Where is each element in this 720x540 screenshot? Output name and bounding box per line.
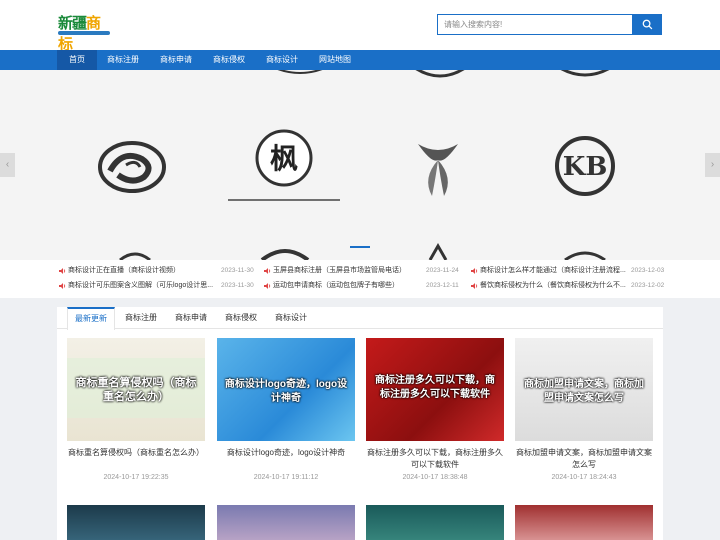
search-button[interactable] <box>632 14 662 35</box>
speaker-icon <box>59 283 66 289</box>
article-date: 2024-10-17 19:11:12 <box>253 474 319 481</box>
news-item[interactable]: 商标设计正在直播（商标设计视频） <box>68 265 180 277</box>
nav-item-design[interactable]: 商标设计 <box>259 50 305 70</box>
news-date: 2023-11-30 <box>221 282 254 289</box>
article-thumbnail[interactable] <box>366 505 504 540</box>
article-thumbnail[interactable]: 商标加盟申请文案，商标加盟申请文案怎么写 <box>515 338 653 441</box>
article-date: 2024-10-17 19:22:35 <box>103 474 169 481</box>
news-item[interactable]: 玉屏县商标注册（玉屏县市场监管局电话） <box>273 265 406 277</box>
main-nav: 首页 商标注册 商标申请 商标侵权 商标设计 网站地图 <box>0 50 720 70</box>
news-date: 2023-11-30 <box>221 267 254 274</box>
article-date: 2024-10-17 18:24:43 <box>551 474 617 481</box>
article-thumbnail[interactable]: 商标设计logo奇迹，logo设计神奇 <box>217 338 355 441</box>
thumb-title: 商标加盟申请文案，商标加盟申请文案怎么写 <box>524 379 644 404</box>
speaker-icon <box>471 283 478 289</box>
banner-next-button[interactable]: › <box>705 153 720 177</box>
banner-prev-button[interactable]: ‹ <box>0 153 15 177</box>
banner-logo-kb: KB <box>563 152 608 182</box>
speaker-icon <box>471 268 478 274</box>
news-date: 2023-12-11 <box>426 282 459 289</box>
article-title[interactable]: 商标注册多久可以下载，商标注册多久可以下载软件 <box>366 447 504 471</box>
thumb-title: 商标重名算侵权吗（商标重名怎么办） <box>75 377 197 403</box>
tab-register[interactable]: 商标注册 <box>117 307 165 329</box>
logo-underline <box>58 31 110 35</box>
nav-item-register[interactable]: 商标注册 <box>100 50 146 70</box>
category-tabs: 最新更新 商标注册 商标申请 商标侵权 商标设计 <box>57 307 663 330</box>
article-date: 2024-10-17 18:38:48 <box>402 474 468 481</box>
banner-logo-char: 枫 <box>270 142 298 175</box>
search-input[interactable]: 请输入搜索内容! <box>437 14 633 35</box>
thumb-title: 商标设计logo奇迹，logo设计神奇 <box>224 379 348 404</box>
article-thumbnail[interactable] <box>67 505 205 540</box>
thumb-title: 商标注册多久可以下载，商标注册多久可以下载软件 <box>375 375 495 400</box>
nav-item-apply[interactable]: 商标申请 <box>153 50 199 70</box>
site-header: 新疆商标 请输入搜索内容! <box>0 0 720 53</box>
logo-text-a: 新疆 <box>58 15 87 32</box>
banner-indicator[interactable] <box>350 246 370 248</box>
article-thumbnail[interactable]: 商标注册多久可以下载，商标注册多久可以下载软件 <box>366 338 504 441</box>
article-title[interactable]: 商标加盟申请文案，商标加盟申请文案怎么写 <box>515 447 653 471</box>
news-date: 2023-12-03 <box>631 267 665 274</box>
search-icon <box>642 19 652 30</box>
news-list: 商标设计正在直播（商标设计视频） 2023-11-30 商标设计可乐图案含义图解… <box>0 260 720 298</box>
nav-item-home[interactable]: 首页 <box>57 50 97 70</box>
banner-carousel[interactable]: 枫 KB <box>0 70 720 260</box>
banner-logos-image: 枫 KB <box>98 70 615 260</box>
article-thumbnail[interactable] <box>217 505 355 540</box>
speaker-icon <box>59 268 66 274</box>
speaker-icon <box>264 268 271 274</box>
tab-apply[interactable]: 商标申请 <box>167 307 215 329</box>
news-item[interactable]: 商标设计可乐图案含义图解（可乐logo设计思... <box>68 280 213 292</box>
news-item[interactable]: 商标设计怎么样才能通过（商标设计注册流程... <box>480 265 626 277</box>
site-logo[interactable]: 新疆商标 <box>58 12 110 53</box>
tab-infringe[interactable]: 商标侵权 <box>217 307 265 329</box>
news-item[interactable]: 餐饮商标侵权为什么（餐饮商标侵权为什么不... <box>480 280 626 292</box>
nav-item-sitemap[interactable]: 网站地图 <box>312 50 358 70</box>
news-item[interactable]: 运动包申请商标（运动包包牌子有哪些） <box>273 280 399 292</box>
article-panel: 最新更新 商标注册 商标申请 商标侵权 商标设计 商标重名算侵权吗（商标重名怎么… <box>57 307 663 540</box>
article-thumbnail[interactable] <box>515 505 653 540</box>
article-title[interactable]: 商标设计logo奇迹，logo设计神奇 <box>217 447 355 459</box>
speaker-icon <box>264 283 271 289</box>
article-thumbnail[interactable]: 商标重名算侵权吗（商标重名怎么办） <box>67 338 205 441</box>
news-date: 2023-12-02 <box>631 282 665 289</box>
nav-item-infringe[interactable]: 商标侵权 <box>206 50 252 70</box>
news-date: 2023-11-24 <box>426 267 459 274</box>
article-title[interactable]: 商标重名算侵权吗（商标重名怎么办） <box>67 447 205 459</box>
tab-latest[interactable]: 最新更新 <box>67 307 115 330</box>
tab-design[interactable]: 商标设计 <box>267 307 315 329</box>
